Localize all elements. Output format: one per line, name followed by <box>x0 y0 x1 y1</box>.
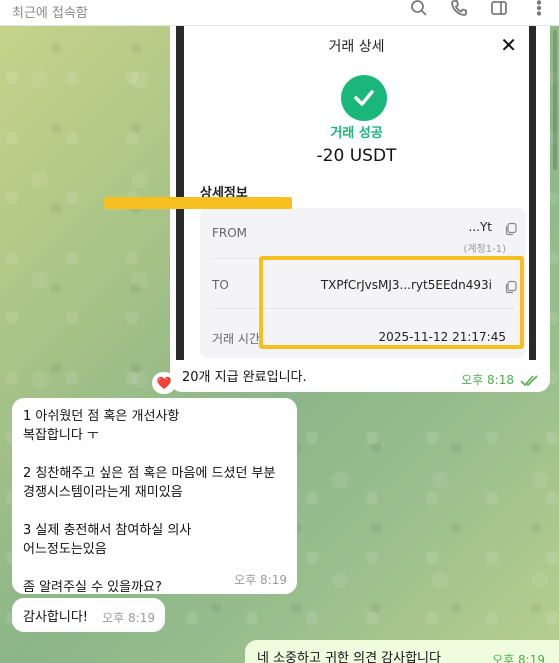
message-time: 오후 8:19 <box>102 611 155 625</box>
redaction-bar <box>104 197 292 209</box>
message-text: 감사합니다! <box>23 610 89 625</box>
highlight-box <box>259 256 524 349</box>
search-icon[interactable] <box>409 0 429 18</box>
from-row: FROM ...Yt (계정1-1) <box>200 208 526 258</box>
more-icon[interactable] <box>529 0 549 18</box>
message-text: 네 소중하고 귀한 의견 감사합니다 <box>257 651 441 663</box>
read-check-icon <box>520 372 540 387</box>
message-text: 1 아쉬웠던 점 혹은 개선사항 복잡합니다 ㅜ 2 칭찬해주고 싶은 점 혹은… <box>23 409 276 595</box>
close-icon: ✕ <box>500 33 517 57</box>
time-label: 거래 시간 <box>212 332 260 346</box>
from-label: FROM <box>212 226 248 240</box>
receipt-title: 거래 상세 <box>328 39 385 55</box>
sidebar-icon[interactable] <box>489 0 509 18</box>
success-check-icon <box>341 75 387 121</box>
message-time: 오후 8:19 <box>492 653 545 663</box>
from-account-label: (계정1-1) <box>463 244 506 255</box>
incoming-message[interactable]: 감사합니다! 오후 8:19 <box>12 598 165 632</box>
transaction-amount: -20 USDT <box>316 146 397 166</box>
incoming-message[interactable]: 1 아쉬웠던 점 혹은 개선사항 복잡합니다 ㅜ 2 칭찬해주고 싶은 점 혹은… <box>12 398 297 595</box>
message-time: 오후 8:19 <box>234 573 287 587</box>
to-label: TO <box>212 278 229 292</box>
phone-icon[interactable] <box>449 0 469 18</box>
photo-caption: 20개 지급 완료입니다. <box>182 370 307 385</box>
last-seen-status: 최근에 접속함 <box>12 6 88 21</box>
copy-icon <box>504 221 518 236</box>
heart-reaction[interactable]: ❤️ <box>152 372 176 394</box>
chat-header: 최근에 접속함 <box>0 0 559 26</box>
transaction-status: 거래 성공 <box>330 126 383 141</box>
message-time: 오후 8:18 <box>461 373 514 387</box>
outgoing-message[interactable]: 네 소중하고 귀한 의견 감사합니다 오후 8:19 <box>245 640 559 663</box>
chat-scrollbar[interactable] <box>553 30 557 170</box>
from-value: ...Yt <box>468 220 492 234</box>
